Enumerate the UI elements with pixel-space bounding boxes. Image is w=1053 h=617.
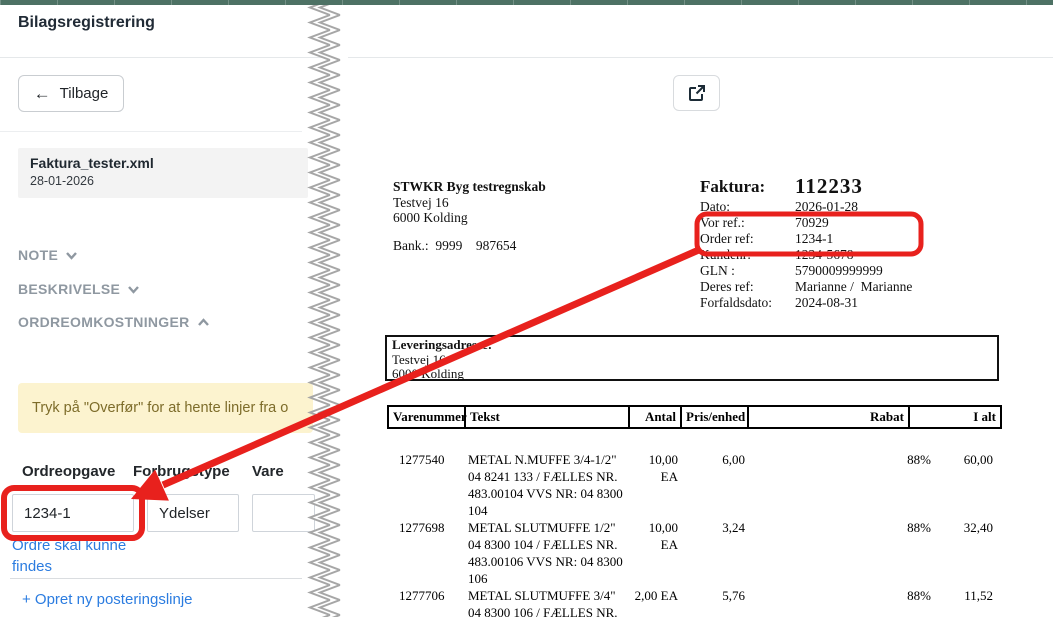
back-button-label: Tilbage — [60, 85, 109, 102]
invoice-line-row: 1277706METAL SLUTMUFFE 3/4" 04 8300 106 … — [387, 587, 1000, 617]
invoice-line-cell: 5,76 — [680, 587, 747, 617]
invoice-sender-block: STWKR Byg testregnskab Testvej 16 6000 K… — [393, 179, 546, 226]
section-beskrivelse[interactable]: BESKRIVELSE — [18, 281, 140, 297]
column-header-ordreopgave: Ordreopgave — [22, 463, 115, 480]
ordreopgave-input[interactable] — [12, 494, 134, 532]
delivery-street: Testvej 16 — [392, 353, 992, 368]
meta-row-forfaldsdato: Forfaldsdato:2024-08-31 — [700, 295, 912, 311]
invoice-meta-block: Dato:2026-01-28 Vor ref.:70929 Order ref… — [700, 199, 912, 311]
page-title: Bilagsregistrering — [18, 14, 155, 32]
transfer-hint-alert: Tryk på "Overfør" for at hente linjer fr… — [18, 383, 313, 433]
invoice-line-row: 1277540METAL N.MUFFE 3/4-1/2" 04 8241 13… — [387, 439, 1000, 519]
order-validation-link[interactable]: Ordre skal kunne findes — [12, 535, 127, 577]
col-pris-enhed: Pris/enhed — [681, 406, 748, 428]
meta-row-kundenr: Kundenr:1234-5678 — [700, 247, 912, 263]
file-name: Faktura_tester.xml — [30, 155, 296, 171]
chevron-down-icon — [127, 283, 140, 296]
file-date: 28-01-2026 — [30, 174, 296, 188]
sidebar-divider — [0, 131, 302, 132]
col-rabat: Rabat — [748, 406, 909, 428]
invoice-line-row: 1277698METAL SLUTMUFFE 1/2" 04 8300 104 … — [387, 519, 1000, 587]
invoice-line-cell: 88% — [747, 587, 933, 617]
col-antal: Antal — [629, 406, 681, 428]
add-posting-line-link[interactable]: + Opret ny posteringslinje — [22, 591, 193, 608]
col-i-alt: I alt — [909, 406, 1001, 428]
section-beskrivelse-label: BESKRIVELSE — [18, 281, 120, 297]
invoice-line-cell: 11,52 — [933, 587, 1000, 617]
invoice-line-cell: 1277698 — [387, 519, 464, 587]
invoice-line-cell: 88% — [747, 519, 933, 587]
col-varenummer: Varenummer — [388, 406, 465, 428]
document-file-card[interactable]: Faktura_tester.xml 28-01-2026 — [18, 148, 308, 198]
forbrugstype-input[interactable] — [147, 494, 239, 532]
invoice-line-cell: METAL N.MUFFE 3/4-1/2" 04 8241 133 / FÆL… — [464, 439, 628, 519]
invoice-line-cell: 10,00 EA — [628, 519, 680, 587]
section-note-label: NOTE — [18, 247, 58, 263]
back-button[interactable]: ← Tilbage — [18, 75, 124, 112]
invoice-bank-line: Bank.: 9999 987654 — [393, 238, 516, 254]
sender-city: 6000 Kolding — [393, 210, 546, 226]
section-ordreomkostninger-label: ORDREOMKOSTNINGER — [18, 314, 190, 330]
delivery-city: 6000 Kolding — [392, 367, 992, 382]
page-tear-divider — [298, 0, 348, 617]
top-accent-bar — [0, 0, 1053, 5]
sender-street: Testvej 16 — [393, 195, 546, 211]
invoice-line-cell: 60,00 — [933, 439, 1000, 519]
invoice-line-cell: 88% — [747, 439, 933, 519]
invoice-line-cell: 10,00 EA — [628, 439, 680, 519]
invoice-line-cell: METAL SLUTMUFFE 3/4" 04 8300 106 / FÆLLE… — [464, 587, 628, 617]
external-link-icon — [688, 84, 706, 102]
invoice-number: 112233 — [795, 174, 863, 199]
section-ordreomkostninger[interactable]: ORDREOMKOSTNINGER — [18, 314, 210, 330]
invoice-line-cell: 32,40 — [933, 519, 1000, 587]
back-arrow-icon: ← — [34, 85, 51, 102]
invoice-line-cell: METAL SLUTMUFFE 1/2" 04 8300 104 / FÆLLE… — [464, 519, 628, 587]
open-document-button[interactable] — [673, 75, 720, 111]
chevron-up-icon — [197, 316, 210, 329]
meta-row-order-ref: Order ref:1234-1 — [700, 231, 912, 247]
section-note[interactable]: NOTE — [18, 247, 78, 263]
form-divider — [10, 578, 302, 579]
invoice-line-cell: 1277540 — [387, 439, 464, 519]
invoice-title-label: Faktura: — [700, 177, 765, 197]
invoice-line-cell: 6,00 — [680, 439, 747, 519]
chevron-down-icon — [65, 249, 78, 262]
meta-row-deres-ref: Deres ref:Marianne / Marianne — [700, 279, 912, 295]
meta-row-dato: Dato:2026-01-28 — [700, 199, 912, 215]
header-divider — [0, 57, 1053, 58]
invoice-line-items-body: 1277540METAL N.MUFFE 3/4-1/2" 04 8241 13… — [387, 439, 1000, 617]
meta-row-vor-ref: Vor ref.:70929 — [700, 215, 912, 231]
invoice-line-cell: 2,00 EA — [628, 587, 680, 617]
meta-row-gln: GLN :5790009999999 — [700, 263, 912, 279]
col-tekst: Tekst — [465, 406, 629, 428]
invoice-line-cell: 3,24 — [680, 519, 747, 587]
bilagsregistrering-page: Bilagsregistrering ← Tilbage Faktura_tes… — [0, 0, 1053, 617]
delivery-address-box: Leveringsadresse: Testvej 16 6000 Koldin… — [385, 335, 999, 381]
delivery-label: Leveringsadresse: — [392, 338, 992, 353]
invoice-line-cell: 1277706 — [387, 587, 464, 617]
sender-name: STWKR Byg testregnskab — [393, 179, 546, 195]
column-header-forbrugstype: Forbrugstype — [133, 463, 230, 480]
column-header-vare: Vare — [252, 463, 284, 480]
invoice-line-items-header: Varenummer Tekst Antal Pris/enhed Rabat … — [387, 405, 1002, 429]
